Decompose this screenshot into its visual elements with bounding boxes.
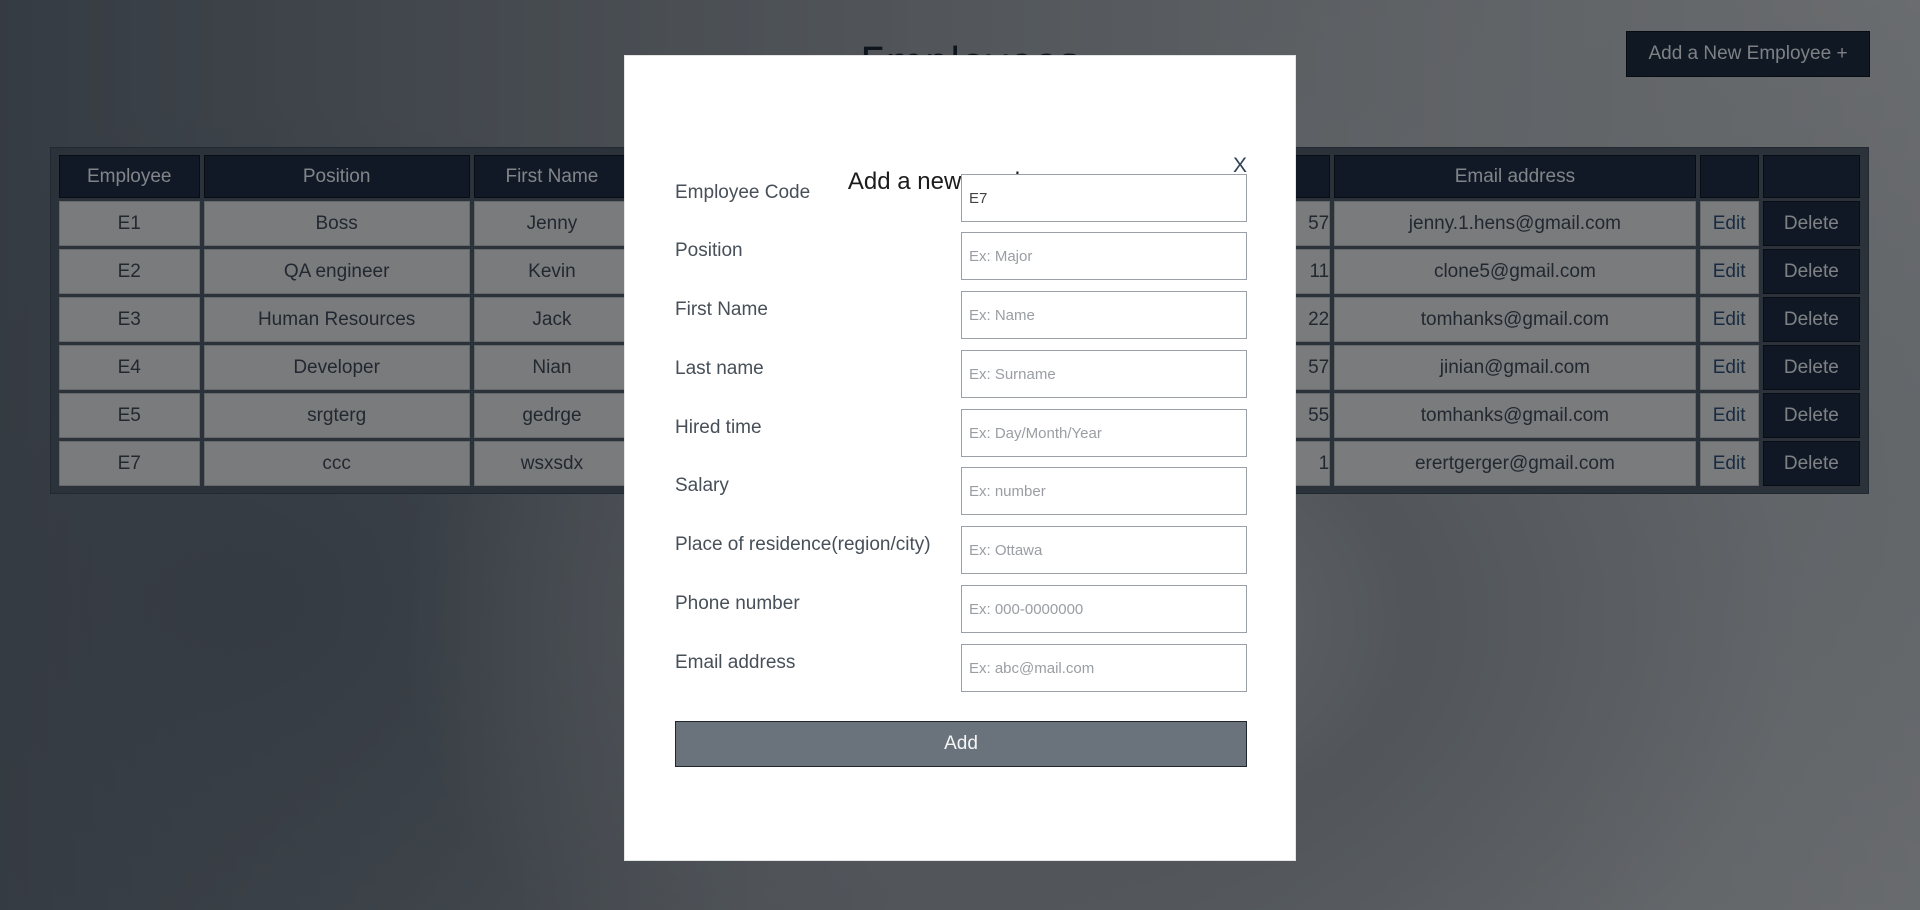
email-label: Email address [675,652,796,673]
form-row-position: Position [675,232,1247,282]
salary-label: Salary [675,475,729,496]
position-field[interactable] [961,232,1247,280]
hired-time-label: Hired time [675,417,762,438]
residence-field[interactable] [961,526,1247,574]
add-button[interactable]: Add [675,721,1247,767]
phone-number-field[interactable] [961,585,1247,633]
form-row-salary: Salary [675,467,1247,517]
salary-field[interactable] [961,467,1247,515]
form-row-last-name: Last name [675,350,1247,400]
hired-time-field[interactable] [961,409,1247,457]
position-label: Position [675,240,743,261]
form-row-employee-code: Employee Code [675,174,1247,224]
residence-label: Place of residence(region/city) [675,534,931,555]
email-field[interactable] [961,644,1247,692]
form-row-hired-time: Hired time [675,409,1247,459]
employee-code-field[interactable] [961,174,1247,222]
form-row-first-name: First Name [675,291,1247,341]
form-row-phone-number: Phone number [675,585,1247,635]
first-name-field[interactable] [961,291,1247,339]
form-row-email: Email address [675,644,1247,694]
phone-number-label: Phone number [675,593,800,614]
last-name-field[interactable] [961,350,1247,398]
form-row-residence: Place of residence(region/city) [675,526,1247,576]
first-name-label: First Name [675,299,768,320]
add-employee-modal: X Add a new employee Employee Code Posit… [624,55,1296,861]
last-name-label: Last name [675,358,764,379]
employee-code-label: Employee Code [675,182,811,203]
